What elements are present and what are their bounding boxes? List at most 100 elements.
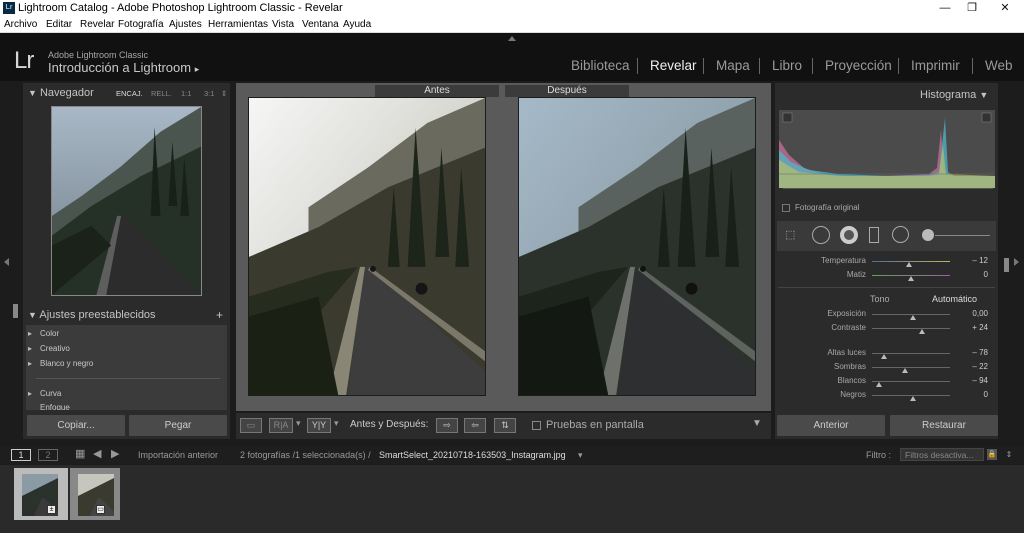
menu-vista[interactable]: Vista [272,19,294,30]
adjustment-brush-icon[interactable] [922,229,934,241]
previous-settings-button[interactable]: Anterior [777,415,885,436]
collapse-left-panel-icon[interactable] [4,258,9,266]
shadows-value[interactable]: – 22 [958,362,988,371]
before-photo[interactable] [248,97,486,396]
contrast-value[interactable]: + 24 [958,323,988,332]
nav-zoom-stepper-icon[interactable]: ⇕ [221,89,227,98]
temperature-knob[interactable] [906,262,912,267]
module-web[interactable]: Web [985,58,1013,73]
menu-ventana[interactable]: Ventana [302,19,339,30]
preset-group-blanco-y-negro[interactable]: Blanco y negro [28,359,93,368]
tint-knob[interactable] [908,276,914,281]
back-arrow-icon[interactable]: ◀ [93,447,101,460]
menu-ajustes[interactable]: Ajustes [169,19,202,30]
grid-view-icon[interactable]: ▦ [75,447,85,460]
navigator-thumbnail[interactable] [51,106,202,296]
filmstrip-stepper-icon[interactable]: ⇕ [1002,449,1016,460]
histogram-collapse-icon: ▼ [979,90,989,100]
menu-fotografia[interactable]: Fotografía [118,19,164,30]
add-preset-icon[interactable]: + [216,308,223,322]
contrast-knob[interactable] [919,329,925,334]
before-after-split-button[interactable]: Y|Y [307,418,331,433]
split-mode-dropdown-icon[interactable]: ▾ [334,418,339,429]
preset-group-enfoque[interactable]: Enfoque [40,403,70,410]
radial-filter-icon[interactable] [892,226,909,243]
nav-option-3-1[interactable]: 3:1 [204,89,214,98]
primary-window-button[interactable]: 1 [11,449,31,461]
red-eye-tool-icon[interactable] [840,226,858,244]
filename-dropdown-icon[interactable]: ▾ [578,450,583,461]
left-panel-scrollbar[interactable] [13,304,18,318]
histogram[interactable] [779,110,995,188]
exposure-value[interactable]: 0,00 [958,309,988,318]
module-libro[interactable]: Libro [772,58,802,73]
filter-lock-icon[interactable]: 🔒 [987,449,997,460]
shadows-label: Sombras [833,362,866,371]
module-revelar[interactable]: Revelar [650,58,697,73]
reset-button[interactable]: Restaurar [890,415,998,436]
filter-dropdown[interactable]: Filtros desactiva... [900,448,984,461]
auto-tone-button[interactable]: Automático [932,294,977,304]
whites-slider[interactable] [872,381,950,382]
highlights-value[interactable]: – 78 [958,348,988,357]
crop-tool-icon[interactable]: ⬚ [785,228,795,241]
swap-settings-icon[interactable]: ⇅ [494,418,516,433]
right-panel-scrollbar[interactable] [1004,258,1009,272]
preset-group-color[interactable]: Color [28,329,59,338]
whites-knob[interactable] [876,382,882,387]
shadows-knob[interactable] [902,368,908,373]
spot-removal-tool-icon[interactable] [812,226,830,244]
graduated-filter-icon[interactable] [869,227,879,243]
collapse-right-panel-icon[interactable] [1014,258,1019,266]
before-after-left-right-button[interactable]: R|A [269,418,293,433]
exposure-knob[interactable] [910,315,916,320]
catalog-name[interactable]: Introducción a Lightroom ▸ [48,60,199,75]
module-mapa[interactable]: Mapa [716,58,750,73]
whites-value[interactable]: – 94 [958,376,988,385]
module-separator [972,58,973,74]
module-biblioteca[interactable]: Biblioteca [571,58,630,73]
original-photo-checkbox[interactable] [782,204,790,212]
nav-option-1-1[interactable]: 1:1 [181,89,191,98]
nav-option-rell[interactable]: RELL. [151,89,172,98]
brush-size-track[interactable] [935,235,990,236]
menu-revelar[interactable]: Revelar [80,19,114,30]
paste-settings-button[interactable]: Pegar [129,415,227,436]
menu-archivo[interactable]: Archivo [4,19,37,30]
histogram-header[interactable]: Histograma ▼ [920,89,988,101]
view-mode-dropdown-icon[interactable]: ▾ [296,418,301,429]
menu-ayuda[interactable]: Ayuda [343,19,371,30]
shadows-slider[interactable] [872,367,950,368]
tint-value[interactable]: 0 [958,270,988,279]
preset-group-creativo[interactable]: Creativo [28,344,70,353]
module-imprimir[interactable]: Imprimir [911,58,960,73]
filmstrip-source[interactable]: Importación anterior [138,450,218,460]
after-photo[interactable] [518,97,756,396]
forward-arrow-icon[interactable]: ▶ [111,447,119,460]
filter-label: Filtro : [866,450,892,460]
blacks-value[interactable]: 0 [958,390,988,399]
nav-option-encaj[interactable]: ENCAJ. [116,89,143,98]
copy-after-to-before-icon[interactable]: ⇦ [464,418,486,433]
temperature-value[interactable]: – 12 [958,256,988,265]
soft-proofing-checkbox[interactable] [532,421,541,430]
secondary-window-button[interactable]: 2 [38,449,58,461]
copy-settings-button[interactable]: Copiar... [27,415,125,436]
menu-herramientas[interactable]: Herramientas [208,19,268,30]
toolbar-menu-icon[interactable]: ▼ [752,418,762,429]
selected-filename[interactable]: SmartSelect_20210718-163503_Instagram.jp… [379,450,566,460]
presets-header[interactable]: ▼ Ajustes preestablecidos [28,309,156,321]
highlights-knob[interactable] [881,354,887,359]
copy-before-to-after-icon[interactable]: ⇨ [436,418,458,433]
menu-editar[interactable]: Editar [46,19,72,30]
module-proyeccion[interactable]: Proyección [825,58,892,73]
blacks-knob[interactable] [910,396,916,401]
contrast-slider[interactable] [872,328,950,329]
close-button[interactable]: ✕ [995,1,1015,16]
collapse-top-panel-icon[interactable] [508,36,516,41]
maximize-button[interactable]: ❐ [962,1,982,16]
minimize-button[interactable]: — [935,1,955,16]
navigator-header[interactable]: ▼ Navegador [28,87,94,99]
preset-group-curva[interactable]: Curva [28,389,62,398]
loupe-view-icon[interactable]: ▭ [240,418,262,433]
